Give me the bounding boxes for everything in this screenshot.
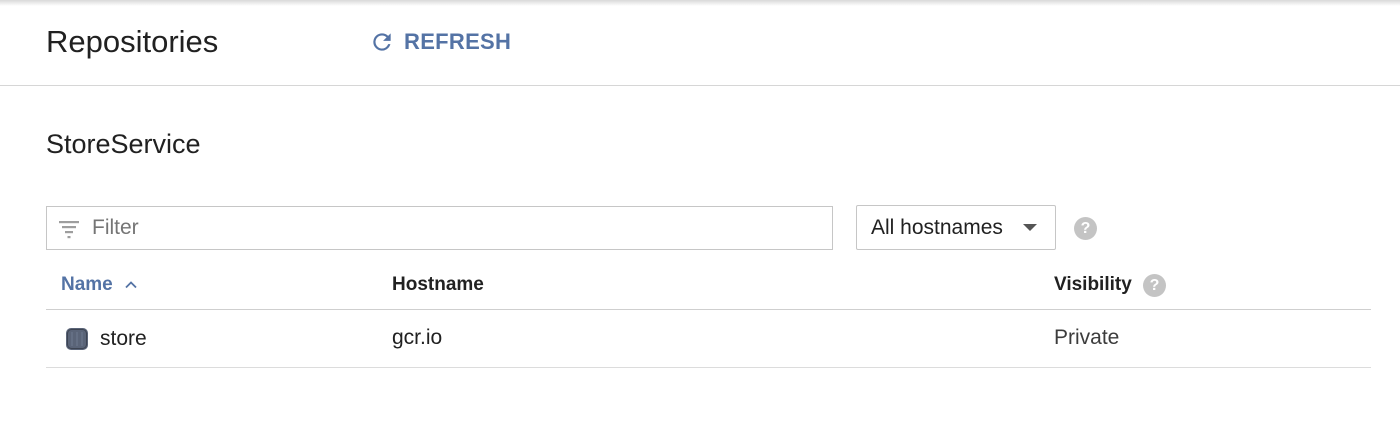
repo-name-cell[interactable]: store xyxy=(64,326,147,352)
column-header-name-label: Name xyxy=(61,274,113,295)
refresh-button[interactable]: REFRESH xyxy=(368,26,511,58)
hostname-help-icon[interactable]: ? xyxy=(1074,217,1097,240)
column-header-name[interactable]: Name xyxy=(61,274,139,296)
hostname-select-value: All hostnames xyxy=(871,215,1003,239)
refresh-icon xyxy=(368,28,396,56)
filter-input[interactable] xyxy=(92,216,772,240)
visibility-help-icon[interactable]: ? xyxy=(1143,274,1166,297)
repo-visibility: Private xyxy=(1054,326,1120,349)
column-header-hostname[interactable]: Hostname xyxy=(392,274,484,296)
page-header: Repositories REFRESH xyxy=(0,0,1400,86)
filter-field[interactable] xyxy=(46,206,833,250)
page-title: Repositories xyxy=(46,24,219,59)
repositories-table: Name Hostname Visibility store gcr.io Pr… xyxy=(46,262,1371,368)
section-title: StoreService xyxy=(46,129,201,159)
repository-icon xyxy=(64,326,90,352)
hostname-select[interactable]: All hostnames xyxy=(856,205,1056,250)
repo-name: store xyxy=(100,327,147,350)
chevron-up-icon xyxy=(123,277,139,293)
table-header-row: Name Hostname Visibility xyxy=(46,262,1371,310)
repo-hostname: gcr.io xyxy=(392,326,443,349)
table-row[interactable]: store gcr.io Private xyxy=(46,310,1371,368)
filter-icon xyxy=(56,215,82,241)
column-header-visibility[interactable]: Visibility xyxy=(1054,274,1132,296)
refresh-label: REFRESH xyxy=(404,29,512,54)
caret-down-icon xyxy=(1023,224,1037,231)
